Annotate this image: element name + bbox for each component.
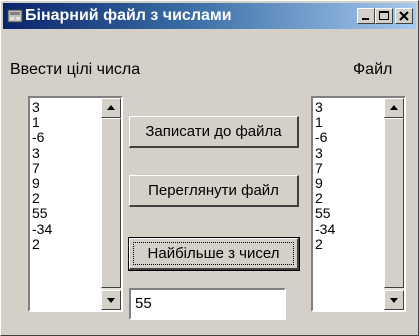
list-item[interactable]: 55 <box>32 206 92 221</box>
list-item[interactable]: 55 <box>315 206 375 221</box>
result-field[interactable]: 55 <box>129 288 286 320</box>
list-item[interactable]: -34 <box>32 221 92 237</box>
list-item[interactable]: 2 <box>315 236 375 252</box>
minimize-button[interactable] <box>357 8 375 24</box>
scroll-down-button[interactable] <box>384 290 404 310</box>
list-item[interactable]: 3 <box>32 99 92 115</box>
input-list-scrollbar[interactable] <box>101 98 121 310</box>
scroll-down-button[interactable] <box>101 290 121 310</box>
focus-rect <box>133 242 294 265</box>
list-item[interactable]: -34 <box>315 221 375 237</box>
list-item[interactable]: -6 <box>32 130 92 145</box>
input-numbers-label: Ввести цілі числа <box>10 61 141 78</box>
file-numbers-list[interactable]: 3 1 -6 3 7 9 2 55 -34 2 <box>311 96 406 312</box>
file-label: Файл <box>353 61 393 78</box>
list-item[interactable]: 3 <box>315 99 375 115</box>
list-item[interactable]: 2 <box>315 190 375 206</box>
list-item[interactable]: -6 <box>315 130 375 145</box>
list-item[interactable]: 9 <box>315 175 375 191</box>
list-item[interactable]: 2 <box>32 236 92 252</box>
list-item[interactable]: 7 <box>315 160 375 176</box>
list-item[interactable]: 7 <box>32 160 92 176</box>
input-numbers-list[interactable]: 3 1 -6 3 7 9 2 55 -34 2 <box>28 96 123 312</box>
window-title: Бінарний файл з числами <box>25 7 232 24</box>
main-window: Бінарний файл з числами Ввести цілі числ… <box>0 0 419 336</box>
file-list-scrollbar[interactable] <box>384 98 404 310</box>
scroll-thumb[interactable] <box>384 118 404 288</box>
write-to-file-label: Записати до файла <box>145 123 282 140</box>
list-item[interactable]: 2 <box>32 190 92 206</box>
scroll-thumb[interactable] <box>101 118 121 288</box>
maximize-button[interactable] <box>375 8 393 24</box>
view-file-label: Переглянути файл <box>148 182 279 199</box>
find-max-button[interactable]: Найбільше з чисел <box>128 237 300 271</box>
write-to-file-button[interactable]: Записати до файла <box>129 116 299 148</box>
list-item[interactable]: 1 <box>315 114 375 130</box>
list-item[interactable]: 9 <box>32 175 92 191</box>
scroll-up-button[interactable] <box>384 98 404 118</box>
app-icon <box>7 8 23 24</box>
list-item[interactable]: 1 <box>32 114 92 130</box>
list-item[interactable]: 3 <box>315 145 375 161</box>
title-bar[interactable]: Бінарний файл з числами <box>3 3 416 29</box>
close-button[interactable] <box>395 8 413 24</box>
list-item[interactable]: 3 <box>32 145 92 161</box>
scroll-up-button[interactable] <box>101 98 121 118</box>
view-file-button[interactable]: Переглянути файл <box>129 175 299 207</box>
